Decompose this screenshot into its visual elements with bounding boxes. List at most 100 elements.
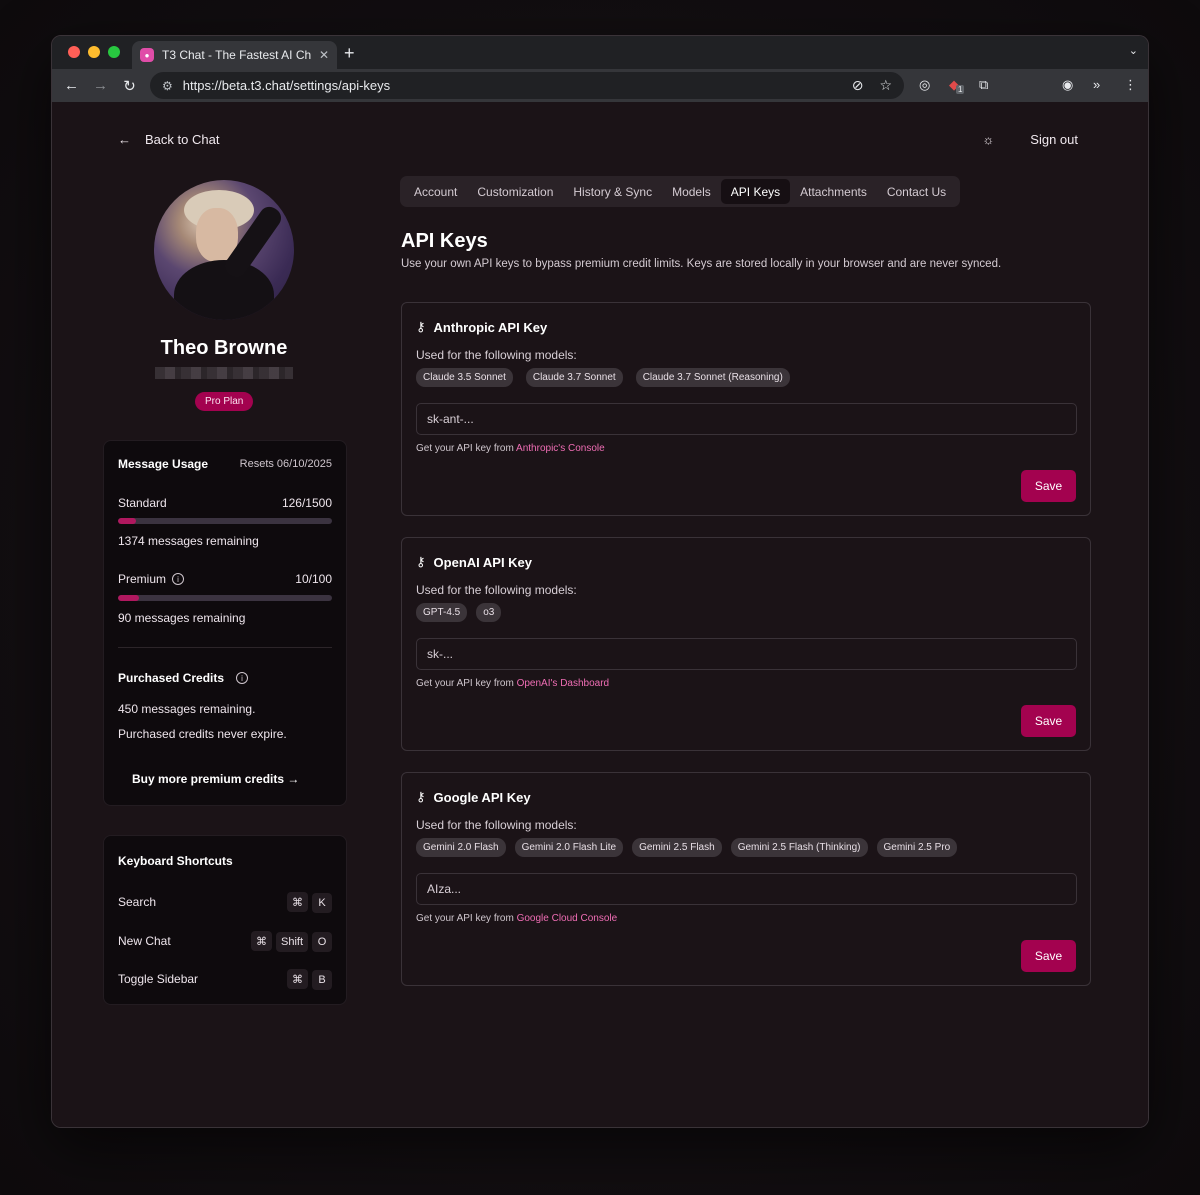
get-key-hint: Get your API key from Google Cloud Conso… xyxy=(416,913,617,924)
tab-contact-us[interactable]: Contact Us xyxy=(877,179,956,204)
key-icon: ⚷ xyxy=(416,554,426,569)
bookmark-star-icon[interactable]: ☆ xyxy=(879,77,892,94)
get-key-prefix: Get your API key from xyxy=(416,913,514,924)
save-openai-button[interactable]: Save xyxy=(1021,705,1076,737)
credits-note: Purchased credits never expire. xyxy=(118,727,287,741)
site-settings-icon[interactable]: ⚙ xyxy=(162,79,173,93)
openai-dashboard-link[interactable]: OpenAI's Dashboard xyxy=(517,678,610,689)
kbd-key: ⌘ xyxy=(287,892,308,912)
puzzle-extensions-icon[interactable]: ⧉ xyxy=(979,77,988,93)
buy-credits-button[interactable]: Buy more premium credits → xyxy=(132,772,299,786)
theme-toggle-sun-icon[interactable]: ☼ xyxy=(982,132,994,147)
premium-remaining: 90 messages remaining xyxy=(118,611,246,625)
extension-badge-count: 1 xyxy=(956,85,965,94)
model-chip: Gemini 2.0 Flash Lite xyxy=(514,838,624,857)
kbd-key: K xyxy=(312,892,332,913)
browser-tab[interactable]: ● T3 Chat - The Fastest AI Chat ✕ xyxy=(132,41,337,69)
usage-title: Message Usage xyxy=(118,457,209,471)
chevron-double-right-icon[interactable]: » xyxy=(1093,77,1100,92)
maximize-window-button[interactable] xyxy=(108,46,120,58)
tab-api-keys[interactable]: API Keys xyxy=(720,179,791,204)
kbd-key: Shift xyxy=(275,931,308,952)
standard-progress-bar xyxy=(118,518,332,524)
save-anthropic-button[interactable]: Save xyxy=(1021,470,1076,502)
anthropic-console-link[interactable]: Anthropic's Console xyxy=(516,443,605,454)
get-key-hint: Get your API key from OpenAI's Dashboard xyxy=(416,678,609,689)
shortcut-label: New Chat xyxy=(118,934,171,949)
minimize-window-button[interactable] xyxy=(88,46,100,58)
arrow-left-icon: ← xyxy=(118,132,131,147)
standard-label: Standard xyxy=(118,496,167,510)
tab-attachments[interactable]: Attachments xyxy=(790,179,877,204)
profile-avatar xyxy=(154,180,294,320)
google-key-input[interactable] xyxy=(416,873,1077,905)
info-icon[interactable]: i xyxy=(172,573,185,585)
kebab-menu-icon[interactable]: ⋮ xyxy=(1124,77,1137,93)
address-bar[interactable]: ⚙ https://beta.t3.chat/settings/api-keys… xyxy=(150,72,904,99)
openai-key-input[interactable] xyxy=(416,638,1077,670)
anthropic-key-card: ⚷ Anthropic API Key Used for the followi… xyxy=(401,302,1091,516)
key-icon: ⚷ xyxy=(416,789,426,804)
shortcut-label: Toggle Sidebar xyxy=(118,972,199,987)
page-subtitle: Use your own API keys to bypass premium … xyxy=(401,258,1002,270)
get-key-prefix: Get your API key from xyxy=(416,678,514,689)
google-cloud-console-link[interactable]: Google Cloud Console xyxy=(517,913,618,924)
standard-remaining: 1374 messages remaining xyxy=(118,534,259,548)
browser-window: ● T3 Chat - The Fastest AI Chat ✕ + ⌄ ← … xyxy=(51,35,1149,1128)
profile-avatar-icon[interactable]: ◉ xyxy=(1062,77,1073,93)
get-key-prefix: Get your API key from xyxy=(416,443,514,454)
extension-icon[interactable]: ◎ xyxy=(919,77,930,93)
model-chip: Claude 3.5 Sonnet xyxy=(416,368,513,387)
model-chip: Claude 3.7 Sonnet (Reasoning) xyxy=(635,368,790,387)
anthropic-key-input[interactable] xyxy=(416,403,1077,435)
sign-out-button[interactable]: Sign out xyxy=(1030,132,1078,147)
page-title: API Keys xyxy=(401,230,488,252)
tab-search-chevron-icon[interactable]: ⌄ xyxy=(1129,44,1138,57)
kbd-key: ⌘ xyxy=(287,969,308,989)
model-chip: Claude 3.7 Sonnet xyxy=(525,368,623,387)
tab-title: T3 Chat - The Fastest AI Chat xyxy=(162,48,311,62)
credits-remaining: 450 messages remaining. xyxy=(118,702,256,716)
tab-strip: ● T3 Chat - The Fastest AI Chat ✕ + ⌄ xyxy=(52,36,1148,69)
usage-reset-date: Resets 06/10/2025 xyxy=(239,458,332,470)
provider-title: Google API Key xyxy=(433,789,531,805)
tab-account[interactable]: Account xyxy=(404,179,467,204)
reload-icon[interactable]: ↻ xyxy=(115,77,144,95)
window-controls xyxy=(68,46,120,58)
back-arrow-icon[interactable]: ← xyxy=(57,77,86,94)
eye-slash-icon[interactable]: ⊘ xyxy=(852,77,864,94)
model-chip: Gemini 2.5 Flash xyxy=(632,838,722,857)
key-icon: ⚷ xyxy=(416,319,426,334)
close-tab-icon[interactable]: ✕ xyxy=(319,48,329,62)
info-icon[interactable]: i xyxy=(236,672,249,684)
tab-history-sync[interactable]: History & Sync xyxy=(563,179,662,204)
back-to-chat-link[interactable]: ← Back to Chat xyxy=(118,132,219,147)
used-for-label: Used for the following models: xyxy=(416,583,577,597)
model-chip: o3 xyxy=(476,603,502,622)
premium-count: 10/100 xyxy=(295,572,332,586)
url-text: https://beta.t3.chat/settings/api-keys xyxy=(182,78,391,93)
t3-favicon-icon: ● xyxy=(140,48,154,62)
google-key-card: ⚷ Google API Key Used for the following … xyxy=(401,772,1091,986)
redacted-email xyxy=(155,367,293,379)
browser-toolbar: ← → ↻ ⚙ https://beta.t3.chat/settings/ap… xyxy=(52,69,1148,102)
save-google-button[interactable]: Save xyxy=(1021,940,1076,972)
header-actions: ☼ Sign out xyxy=(982,132,1078,147)
purchased-credits-title: Purchased Credits xyxy=(118,671,225,685)
kbd-key: O xyxy=(312,931,332,952)
close-window-button[interactable] xyxy=(68,46,80,58)
tab-customization[interactable]: Customization xyxy=(467,179,563,204)
premium-label: Premium xyxy=(118,572,167,586)
kbd-key: B xyxy=(312,969,332,990)
tab-models[interactable]: Models xyxy=(662,179,721,204)
new-tab-icon[interactable]: + xyxy=(344,43,355,64)
forward-arrow-icon[interactable]: → xyxy=(86,77,115,94)
standard-count: 126/1500 xyxy=(281,496,332,510)
provider-title: Anthropic API Key xyxy=(433,319,548,335)
shortcut-label: Search xyxy=(118,895,157,910)
model-chip: Gemini 2.0 Flash xyxy=(416,838,506,857)
settings-page: ← Back to Chat ☼ Sign out Theo Browne Pr… xyxy=(52,102,1148,1127)
keyboard-shortcuts-card: Keyboard Shortcuts Search ⌘ K New Chat ⌘ S… xyxy=(103,835,347,1005)
plan-badge: Pro Plan xyxy=(195,392,254,411)
get-key-hint: Get your API key from Anthropic's Consol… xyxy=(416,443,605,454)
